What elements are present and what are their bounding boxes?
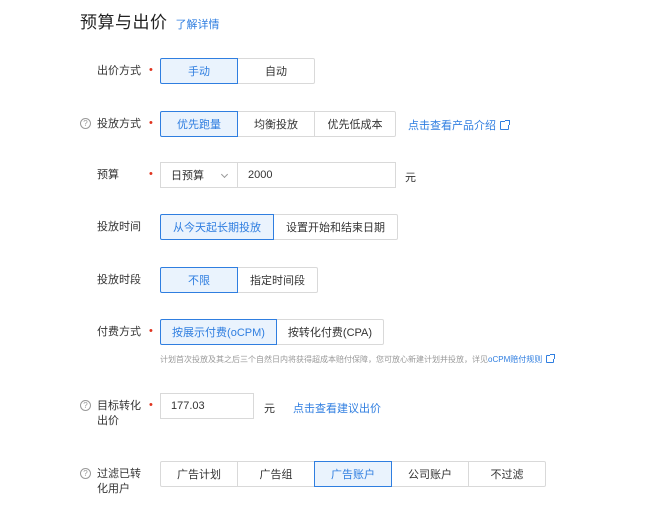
pay-method-note-text: 计划首次投放及其之后三个自然日内将获得超成本赔付保障，您可放心新建计划并投放，详… [160, 355, 488, 364]
filter-converted-label-line1: 过滤已转 [97, 468, 141, 480]
filter-converted-row: ? 过滤已转 化用户 广告计划 广告组 广告账户 公司账户 不过滤 [0, 461, 671, 495]
target-bid-unit: 元 [264, 403, 275, 415]
external-link-icon [546, 354, 556, 363]
budget-amount-value: 2000 [248, 169, 273, 181]
pay-method-note: 计划首次投放及其之后三个自然日内将获得超成本赔付保障，您可放心新建计划并投放，详… [160, 354, 556, 365]
filter-ad-account-option[interactable]: 广告账户 [314, 461, 392, 487]
delivery-balanced-option[interactable]: 均衡投放 [237, 111, 315, 137]
target-bid-label-line2: 出价 [97, 415, 119, 427]
learn-more-link[interactable]: 了解详情 [176, 16, 220, 32]
question-circle-icon[interactable]: ? [80, 468, 91, 479]
filter-converted-toggle: 广告计划 广告组 广告账户 公司账户 不过滤 [160, 461, 546, 487]
delivery-time-long-term-option[interactable]: 从今天起长期投放 [160, 214, 274, 240]
delivery-time-date-range-option[interactable]: 设置开始和结束日期 [273, 214, 398, 240]
section-title: 预算与出价 [80, 13, 168, 32]
required-mark: • [149, 168, 153, 180]
time-slot-row: 投放时段 不限 指定时间段 [0, 267, 671, 293]
delivery-priority-volume-option[interactable]: 优先跑量 [160, 111, 238, 137]
filter-company-account-option[interactable]: 公司账户 [391, 461, 469, 487]
bid-method-toggle: 手动 自动 [160, 58, 315, 84]
required-mark: • [149, 399, 153, 411]
pay-method-row: 付费方式 • 按展示付费(oCPM) 按转化付费(CPA) 计划首次投放及其之后… [0, 319, 671, 369]
target-bid-row: ? 目标转化 出价 • 177.03 元 点击查看建议出价 [0, 393, 671, 427]
product-intro-link-text: 点击查看产品介绍 [408, 120, 496, 132]
delivery-method-row: ? 投放方式 • 优先跑量 均衡投放 优先低成本 点击查看产品介绍 [0, 111, 671, 137]
pay-cpa-option[interactable]: 按转化付费(CPA) [276, 319, 384, 345]
section-header: 预算与出价 了解详情 [80, 8, 220, 34]
time-slot-label: 投放时段 [97, 274, 141, 286]
pay-method-toggle: 按展示付费(oCPM) 按转化付费(CPA) [160, 319, 384, 345]
filter-ad-group-option[interactable]: 广告组 [237, 461, 315, 487]
bid-method-row: 出价方式 • 手动 自动 [0, 58, 671, 84]
product-intro-link[interactable]: 点击查看产品介绍 [408, 117, 510, 133]
delivery-method-toggle: 优先跑量 均衡投放 优先低成本 [160, 111, 396, 137]
budget-row: 预算 • 日预算 2000 元 [0, 162, 671, 188]
filter-ad-plan-option[interactable]: 广告计划 [160, 461, 238, 487]
bid-method-manual-option[interactable]: 手动 [160, 58, 238, 84]
bid-method-auto-option[interactable]: 自动 [237, 58, 315, 84]
required-mark: • [149, 325, 153, 337]
ocpm-compensation-link[interactable]: oCPM赔付规则 [488, 355, 542, 364]
filter-converted-label-line2: 化用户 [97, 483, 130, 495]
budget-unit: 元 [405, 172, 416, 184]
required-mark: • [149, 117, 153, 129]
pay-method-label: 付费方式 [97, 326, 141, 338]
delivery-time-toggle: 从今天起长期投放 设置开始和结束日期 [160, 214, 398, 240]
budget-amount-input[interactable]: 2000 [237, 162, 396, 188]
delivery-time-label: 投放时间 [97, 221, 141, 233]
delivery-method-label: 投放方式 [97, 118, 141, 130]
time-slot-specified-option[interactable]: 指定时间段 [237, 267, 318, 293]
time-slot-unlimited-option[interactable]: 不限 [160, 267, 238, 293]
question-circle-icon[interactable]: ? [80, 118, 91, 129]
budget-label: 预算 [97, 169, 119, 181]
chevron-down-icon [220, 170, 229, 179]
time-slot-toggle: 不限 指定时间段 [160, 267, 318, 293]
delivery-low-cost-option[interactable]: 优先低成本 [314, 111, 396, 137]
delivery-time-row: 投放时间 从今天起长期投放 设置开始和结束日期 [0, 214, 671, 240]
bid-method-label: 出价方式 [97, 65, 141, 77]
pay-ocpm-option[interactable]: 按展示付费(oCPM) [160, 319, 277, 345]
budget-and-bid-form: 预算与出价 了解详情 出价方式 • 手动 自动 ? 投放方式 • 优先跑量 均衡… [0, 0, 671, 510]
filter-none-option[interactable]: 不过滤 [468, 461, 546, 487]
question-circle-icon[interactable]: ? [80, 400, 91, 411]
target-bid-label-line1: 目标转化 [97, 400, 141, 412]
required-mark: • [149, 64, 153, 76]
budget-type-select[interactable]: 日预算 [160, 162, 238, 188]
target-bid-input[interactable]: 177.03 [160, 393, 254, 419]
budget-type-value: 日预算 [171, 170, 204, 182]
suggested-bid-link[interactable]: 点击查看建议出价 [293, 400, 381, 416]
external-link-icon [500, 120, 510, 130]
target-bid-value: 177.03 [171, 400, 205, 412]
